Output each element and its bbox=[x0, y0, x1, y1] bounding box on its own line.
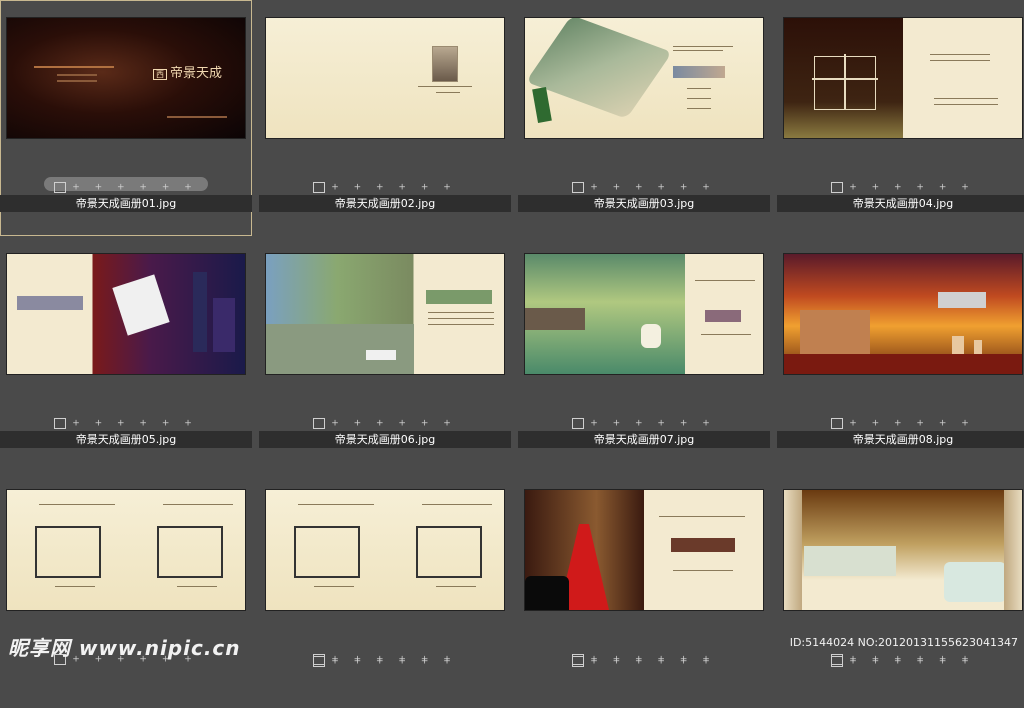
select-checkbox[interactable] bbox=[831, 182, 844, 193]
thumbnail-label[interactable]: 帝景天成画册06.jpg bbox=[259, 431, 511, 448]
page-dots: + + + + + + bbox=[331, 182, 457, 193]
thumbnail-cell[interactable]: + + + + + + 帝景天成画册06.jpg bbox=[259, 236, 511, 472]
thumbnail-image[interactable] bbox=[266, 18, 504, 138]
thumbnail-image[interactable] bbox=[784, 490, 1022, 610]
select-checkbox[interactable] bbox=[313, 656, 326, 667]
page-dots: + + + + + + bbox=[331, 656, 457, 667]
thumbnail-cell[interactable]: + + + + + + 帝景天成画册07.jpg bbox=[518, 236, 770, 472]
portrait-photo bbox=[432, 46, 458, 82]
thumbnail-image[interactable] bbox=[525, 490, 763, 610]
page-dots: + + + + + + bbox=[849, 656, 975, 667]
select-checkbox[interactable] bbox=[572, 182, 585, 193]
thumbnail-cell[interactable]: + + + + + + 帝景天成画册08.jpg bbox=[777, 236, 1024, 472]
page-dots: + + + + + + bbox=[331, 418, 457, 429]
thumbnail-label[interactable]: 帝景天成画册08.jpg bbox=[777, 431, 1024, 448]
thumbnail-label[interactable]: 帝景天成画册01.jpg bbox=[0, 195, 252, 212]
thumbnail-cell[interactable]: + + + + + + 帝景天成画册05.jpg bbox=[0, 236, 252, 472]
page-dots: + + + + + + bbox=[72, 418, 198, 429]
city-skyline bbox=[800, 310, 870, 356]
thumbnail-image[interactable] bbox=[266, 490, 504, 610]
thumbnail-label[interactable]: 帝景天成画册07.jpg bbox=[518, 431, 770, 448]
thumbnail-label[interactable]: 帝景天成画册04.jpg bbox=[777, 195, 1024, 212]
thumbnail-cell[interactable]: + + + + + + bbox=[777, 472, 1024, 708]
thumbnail-image[interactable] bbox=[266, 254, 504, 374]
thumbnail-label[interactable]: 帝景天成画册03.jpg bbox=[518, 195, 770, 212]
lakeside-photo bbox=[641, 324, 661, 348]
watermark-brand: 昵享网 www.nipic.cn bbox=[8, 636, 241, 660]
page-dots: + + + + + + bbox=[590, 418, 716, 429]
floor-plan bbox=[35, 526, 101, 578]
floor-plan bbox=[294, 526, 360, 578]
thumbnail-cell[interactable]: + + + + + + bbox=[0, 472, 252, 708]
thumbnail-image[interactable] bbox=[784, 18, 1022, 138]
select-checkbox[interactable] bbox=[313, 418, 326, 429]
thumbnail-image[interactable] bbox=[7, 490, 245, 610]
plaza-rendering bbox=[266, 324, 414, 374]
select-checkbox[interactable] bbox=[831, 656, 844, 667]
page-dots: + + + + + + bbox=[72, 182, 198, 193]
page-dots: + + + + + + bbox=[590, 656, 716, 667]
thumbnail-image[interactable]: 西帝景天成 bbox=[7, 18, 245, 138]
select-checkbox[interactable] bbox=[831, 418, 844, 429]
page-dots: + + + + + + bbox=[849, 182, 975, 193]
select-checkbox[interactable] bbox=[313, 182, 326, 193]
select-checkbox[interactable] bbox=[54, 182, 67, 193]
thumbnail-label[interactable]: 帝景天成画册05.jpg bbox=[0, 431, 252, 448]
thumbnail-cell[interactable]: + + + + + + 帝景天成画册03.jpg bbox=[518, 0, 770, 236]
thumbnail-image[interactable] bbox=[525, 18, 763, 138]
page-dots: + + + + + + bbox=[849, 418, 975, 429]
select-checkbox[interactable] bbox=[572, 418, 585, 429]
brand-logo: 西帝景天成 bbox=[153, 62, 222, 81]
villa-rendering bbox=[804, 546, 896, 576]
thumbnail-image[interactable] bbox=[784, 254, 1022, 374]
thumbnail-label[interactable]: 帝景天成画册02.jpg bbox=[259, 195, 511, 212]
thumbnail-image[interactable] bbox=[7, 254, 245, 374]
thumbnail-cell[interactable]: + + + + + + bbox=[259, 472, 511, 708]
page-dots: + + + + + + bbox=[590, 182, 716, 193]
select-checkbox[interactable] bbox=[54, 418, 67, 429]
thumbnail-cell[interactable]: + + + + + + 帝景天成画册02.jpg bbox=[259, 0, 511, 236]
thumbnail-cell[interactable]: + + + + + + 帝景天成画册04.jpg bbox=[777, 0, 1024, 236]
shopping-bag-photo bbox=[112, 274, 170, 336]
thumbnail-cell[interactable]: 西帝景天成 + + + + + + 帝景天成画册01.jpg bbox=[0, 0, 252, 236]
select-checkbox[interactable] bbox=[572, 656, 585, 667]
thumbnail-cell[interactable]: + + + + + + bbox=[518, 472, 770, 708]
thumbnail-image[interactable] bbox=[525, 254, 763, 374]
watermark-id: ID:5144024 NO:20120131155623041347 bbox=[789, 636, 1018, 649]
